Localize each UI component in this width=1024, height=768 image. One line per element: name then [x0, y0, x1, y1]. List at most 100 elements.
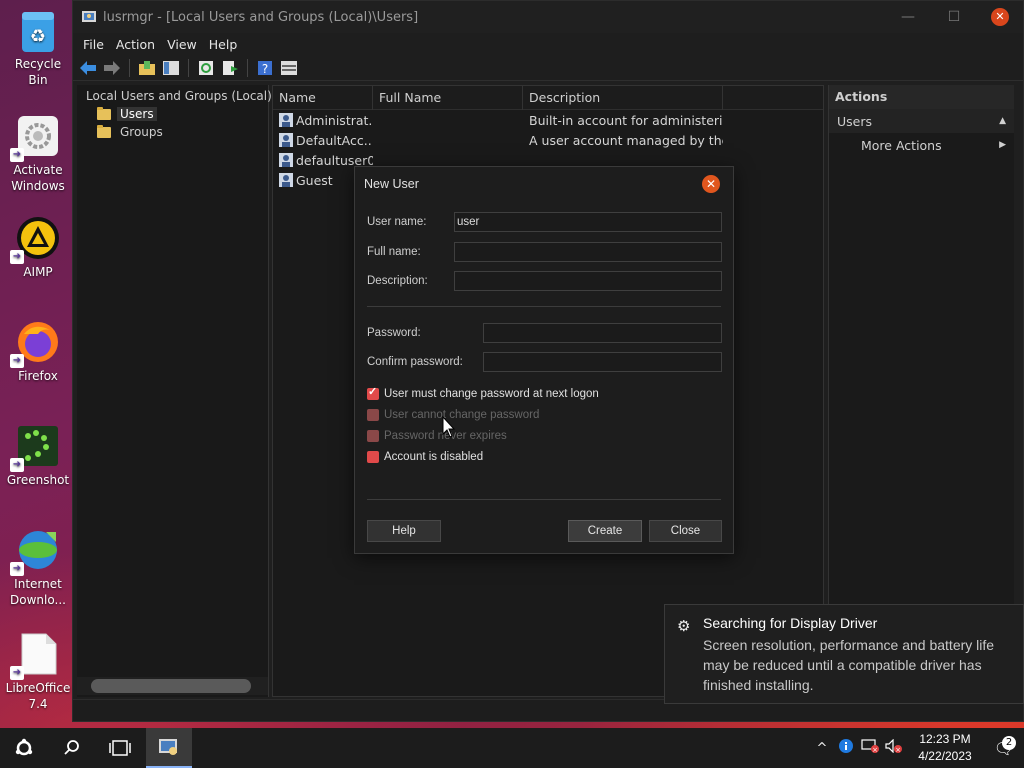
fullname-input[interactable]	[454, 242, 722, 262]
export-list-icon[interactable]	[221, 59, 239, 77]
column-description[interactable]: Description	[523, 86, 723, 110]
start-logo-icon	[15, 738, 33, 756]
toast-body: Screen resolution, performance and batte…	[703, 637, 995, 693]
lusrmgr-app-icon	[159, 739, 177, 755]
checkbox-label: User must change password at next logon	[384, 388, 599, 400]
folder-icon	[97, 124, 111, 138]
menu-file[interactable]: File	[77, 37, 110, 52]
minimize-button[interactable]: —	[885, 1, 931, 33]
desktop-icon-recycle-bin[interactable]: ♻ Recycle Bin	[4, 8, 72, 88]
fullname-label: Full name:	[367, 246, 421, 258]
menu-bar: File Action View Help	[73, 33, 1023, 55]
user-description: A user account managed by the...	[529, 132, 723, 148]
start-button[interactable]	[0, 728, 48, 768]
taskbar: ^ × × 12:23 PM 4/22/2023 🗨 2	[0, 728, 1024, 768]
create-button[interactable]: Create	[568, 520, 642, 542]
show-hidden-icons-chevron-icon[interactable]: ^	[810, 741, 834, 756]
tree-horizontal-scrollbar[interactable]	[91, 679, 251, 693]
tree-pane: Local Users and Groups (Local) Users Gro…	[77, 85, 272, 697]
mouse-cursor-icon	[442, 416, 456, 438]
info-icon[interactable]	[834, 739, 858, 757]
svg-text:?: ?	[262, 62, 268, 76]
user-icon	[279, 152, 293, 167]
svg-text:×: ×	[895, 746, 901, 753]
user-icon	[279, 112, 293, 127]
tree-item-users[interactable]: Users	[77, 105, 268, 123]
user-name: Guest	[296, 172, 333, 188]
must-change-password-checkbox[interactable]: User must change password at next logon	[367, 385, 599, 403]
shortcut-arrow-icon: ➜	[10, 148, 24, 162]
up-folder-icon[interactable]	[138, 59, 156, 77]
description-label: Description:	[367, 275, 428, 287]
volume-muted-icon[interactable]: ×	[882, 738, 906, 757]
svg-text:♻: ♻	[30, 26, 46, 47]
notification-toast[interactable]: ⚙ Searching for Display Driver Screen re…	[664, 604, 1024, 704]
desktop-icon-label: Activate Windows	[11, 163, 65, 193]
desktop-icon-activate-windows[interactable]: ➜ Activate Windows	[4, 114, 72, 194]
dialog-close-button[interactable]: ✕	[702, 175, 720, 193]
search-button[interactable]	[48, 728, 96, 768]
notification-center-button[interactable]: 🗨 2	[984, 735, 1024, 758]
network-disconnected-icon[interactable]: ×	[858, 739, 882, 757]
more-actions-item[interactable]: More Actions ▶	[829, 133, 1014, 157]
confirm-password-label: Confirm password:	[367, 356, 463, 368]
taskbar-app-lusrmgr[interactable]	[146, 728, 192, 768]
close-button[interactable]: Close	[649, 520, 722, 542]
notification-count-badge: 2	[1002, 735, 1016, 750]
password-never-expires-checkbox[interactable]: Password never expires	[367, 427, 507, 445]
desktop-icon-label: LibreOffice 7.4	[5, 681, 71, 711]
column-full-name[interactable]: Full Name	[373, 86, 523, 110]
column-name[interactable]: Name	[273, 86, 373, 110]
account-disabled-checkbox[interactable]: Account is disabled	[367, 448, 483, 466]
password-input[interactable]	[483, 323, 722, 343]
window-titlebar[interactable]: lusrmgr - [Local Users and Groups (Local…	[73, 1, 1023, 33]
task-view-icon	[109, 740, 131, 756]
dialog-separator	[367, 306, 721, 307]
taskbar-clock[interactable]: 12:23 PM 4/22/2023	[906, 731, 984, 765]
dialog-separator	[367, 499, 721, 500]
desktop-icon-greenshot[interactable]: ➜ Greenshot	[4, 424, 72, 488]
clock-time: 12:23 PM	[919, 732, 971, 746]
description-input[interactable]	[454, 271, 722, 291]
desktop-icon-label: AIMP	[23, 265, 53, 279]
internet-download-manager-icon: ➜	[10, 528, 60, 576]
recycle-bin-icon: ♻	[16, 8, 60, 52]
desktop-icon-internet-download-manager[interactable]: ➜ Internet Downlo...	[4, 528, 72, 608]
menu-view[interactable]: View	[161, 37, 203, 52]
shortcut-arrow-icon: ➜	[10, 250, 24, 264]
tree-item-groups[interactable]: Groups	[77, 123, 268, 141]
tree-root[interactable]: Local Users and Groups (Local)	[77, 87, 272, 105]
desktop-icon-libreoffice[interactable]: ➜ LibreOffice 7.4	[4, 632, 72, 712]
refresh-icon[interactable]	[197, 59, 215, 77]
show-hide-tree-icon[interactable]	[162, 59, 180, 77]
list-item[interactable]: Administrat... Built-in account for admi…	[273, 110, 823, 130]
desktop-icon-label: Internet Downlo...	[10, 577, 66, 607]
toolbar-separator	[188, 58, 189, 77]
menu-action[interactable]: Action	[110, 37, 161, 52]
task-view-button[interactable]	[96, 728, 144, 768]
desktop-icon-aimp[interactable]: ➜ AIMP	[4, 216, 72, 280]
forward-arrow-icon[interactable]	[103, 59, 121, 77]
folder-icon	[97, 106, 111, 120]
confirm-password-input[interactable]	[483, 352, 722, 372]
aimp-icon: ➜	[10, 216, 60, 264]
back-arrow-icon[interactable]	[79, 59, 97, 77]
checkbox-unchecked-icon	[367, 451, 379, 463]
properties-pane-icon[interactable]	[280, 59, 298, 77]
actions-section-label: Users	[837, 113, 873, 129]
close-window-button[interactable]: ✕	[977, 1, 1023, 33]
system-tray: ^ × × 12:23 PM 4/22/2023 🗨 2	[810, 728, 1024, 768]
help-icon[interactable]: ?	[256, 59, 274, 77]
list-item[interactable]: DefaultAcc... A user account managed by …	[273, 130, 823, 150]
help-button[interactable]: Help	[367, 520, 441, 542]
submenu-arrow-icon: ▶	[999, 140, 1006, 150]
desktop-icon-label: Firefox	[18, 369, 58, 383]
menu-help[interactable]: Help	[203, 37, 244, 52]
firefox-icon: ➜	[10, 320, 60, 368]
tree-item-label: Users	[117, 107, 157, 121]
actions-section-users[interactable]: Users ▲	[829, 109, 1014, 133]
maximize-button[interactable]: ☐	[931, 1, 977, 33]
clock-date: 4/22/2023	[918, 749, 972, 763]
username-input[interactable]: user	[454, 212, 722, 232]
desktop-icon-firefox[interactable]: ➜ Firefox	[4, 320, 72, 384]
